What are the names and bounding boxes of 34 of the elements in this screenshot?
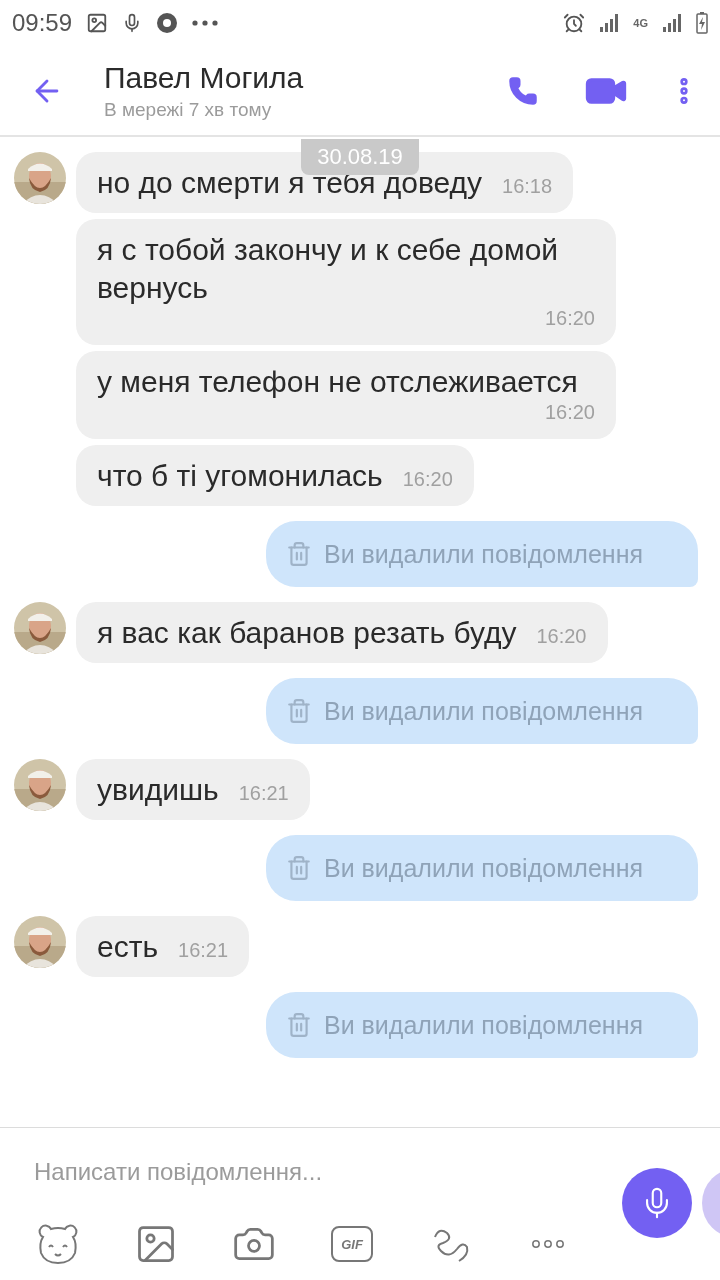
message-time: 16:21 — [178, 939, 229, 963]
deleted-message-text: Ви видалили повідомлення — [324, 853, 643, 883]
message-text: что б ті угомонилась — [97, 458, 383, 494]
alarm-icon — [563, 12, 586, 34]
signal-icon — [662, 13, 682, 33]
message-time: 16:18 — [502, 175, 553, 199]
deleted-message-text: Ви видалили повідомлення — [324, 539, 643, 569]
message-time: 16:20 — [536, 625, 587, 649]
message-time: 16:20 — [544, 401, 595, 425]
message-text: у меня телефон не отслеживается — [97, 364, 578, 400]
more-icon — [532, 1240, 564, 1248]
browser-icon — [156, 12, 179, 34]
message-time: 16:20 — [402, 468, 453, 492]
deleted-message-text: Ви видалили повідомлення — [324, 696, 643, 726]
trash-icon — [286, 541, 312, 567]
trash-icon — [286, 698, 312, 724]
message-text: я с тобой закончу и к себе домой вернусь — [97, 232, 560, 306]
contact-name: Павел Могила — [104, 60, 305, 95]
contact-status: В мережі 7 хв тому — [104, 98, 273, 121]
status-time: 09:59 — [12, 9, 73, 37]
trash-icon — [286, 855, 312, 881]
signal-icon — [599, 13, 620, 33]
network-type: 4G — [633, 17, 648, 29]
message-text: есть — [97, 929, 159, 965]
message-time: 16:20 — [544, 307, 595, 331]
message-text: я вас как баранов резать буду — [97, 615, 517, 651]
deleted-message-text: Ви видалили повідомлення — [324, 1010, 643, 1040]
message-text: увидишь — [97, 772, 219, 808]
phone-icon[interactable] — [508, 75, 538, 106]
message-time: 16:21 — [238, 782, 289, 806]
battery-icon — [696, 12, 708, 34]
more-icon — [192, 20, 219, 26]
image-icon — [86, 12, 109, 34]
trash-icon — [286, 1012, 312, 1038]
